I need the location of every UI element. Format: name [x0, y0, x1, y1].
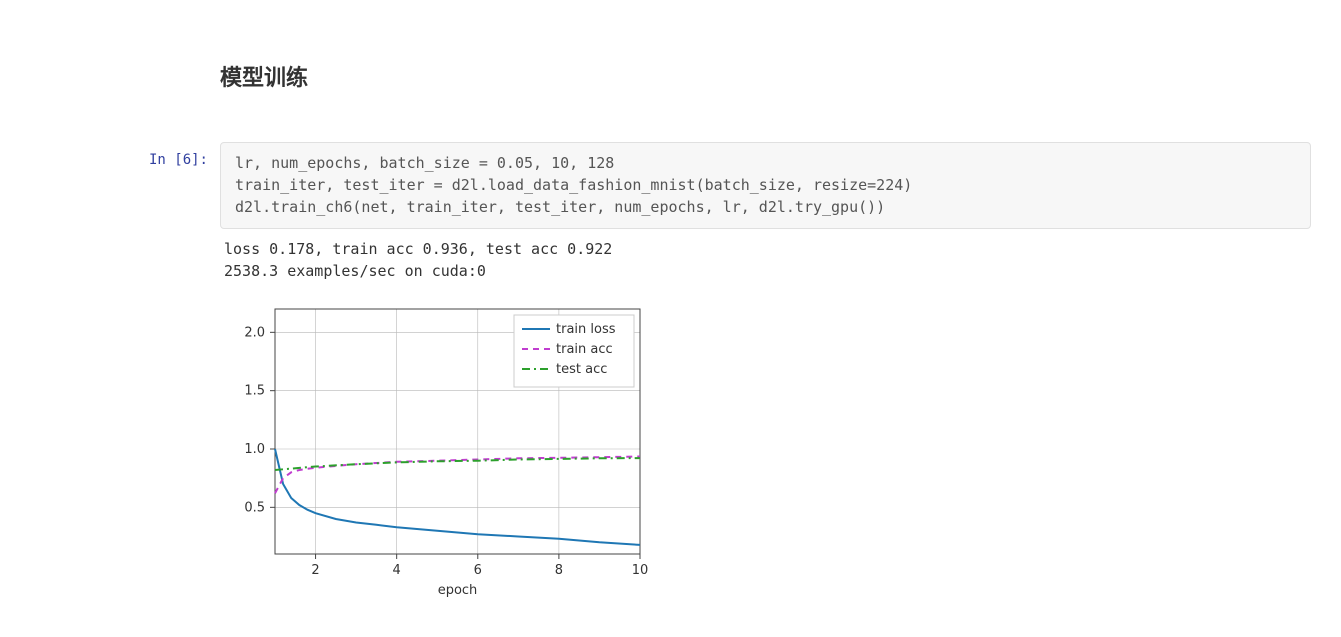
x-tick-label: 2: [311, 563, 319, 578]
prompt-col: In [6]:: [0, 142, 220, 169]
y-tick-label: 1.0: [244, 442, 265, 457]
y-tick-label: 0.5: [244, 500, 265, 515]
code-content: lr, num_epochs, batch_size = 0.05, 10, 1…: [220, 142, 1341, 599]
notebook: 模型训练 In [6]: lr, num_epochs, batch_size …: [0, 0, 1341, 637]
x-axis-label: epoch: [438, 583, 478, 598]
code-line: train_iter, test_iter = d2l.load_data_fa…: [235, 176, 912, 194]
training-chart: 2.0 1.5 1.0 0.5 2 4 6 8 10 epoch: [220, 289, 1311, 599]
legend-label: test acc: [556, 362, 607, 377]
y-tick-label: 2.0: [244, 325, 265, 340]
code-input-area[interactable]: lr, num_epochs, batch_size = 0.05, 10, 1…: [220, 142, 1311, 229]
markdown-content: 模型训练: [220, 30, 1341, 132]
y-tick-label: 1.5: [244, 383, 265, 398]
input-prompt: In [6]:: [149, 142, 208, 168]
legend-label: train acc: [556, 342, 613, 357]
chart-legend: train loss train acc test acc: [514, 315, 634, 387]
output-line: loss 0.178, train acc 0.936, test acc 0.…: [224, 240, 612, 258]
code-line: d2l.train_ch6(net, train_iter, test_iter…: [235, 198, 885, 216]
section-heading: 模型训练: [220, 60, 1311, 92]
x-tick-label: 4: [393, 563, 401, 578]
x-tick-label: 8: [555, 563, 563, 578]
x-tick-label: 6: [474, 563, 482, 578]
code-output-text: loss 0.178, train acc 0.936, test acc 0.…: [220, 229, 1311, 289]
code-cell: In [6]: lr, num_epochs, batch_size = 0.0…: [0, 142, 1341, 599]
output-line: 2538.3 examples/sec on cuda:0: [224, 262, 486, 280]
legend-label: train loss: [556, 322, 616, 337]
markdown-cell: 模型训练: [0, 30, 1341, 132]
chart-svg: 2.0 1.5 1.0 0.5 2 4 6 8 10 epoch: [220, 299, 650, 599]
code-line: lr, num_epochs, batch_size = 0.05, 10, 1…: [235, 154, 614, 172]
x-tick-label: 10: [632, 563, 649, 578]
